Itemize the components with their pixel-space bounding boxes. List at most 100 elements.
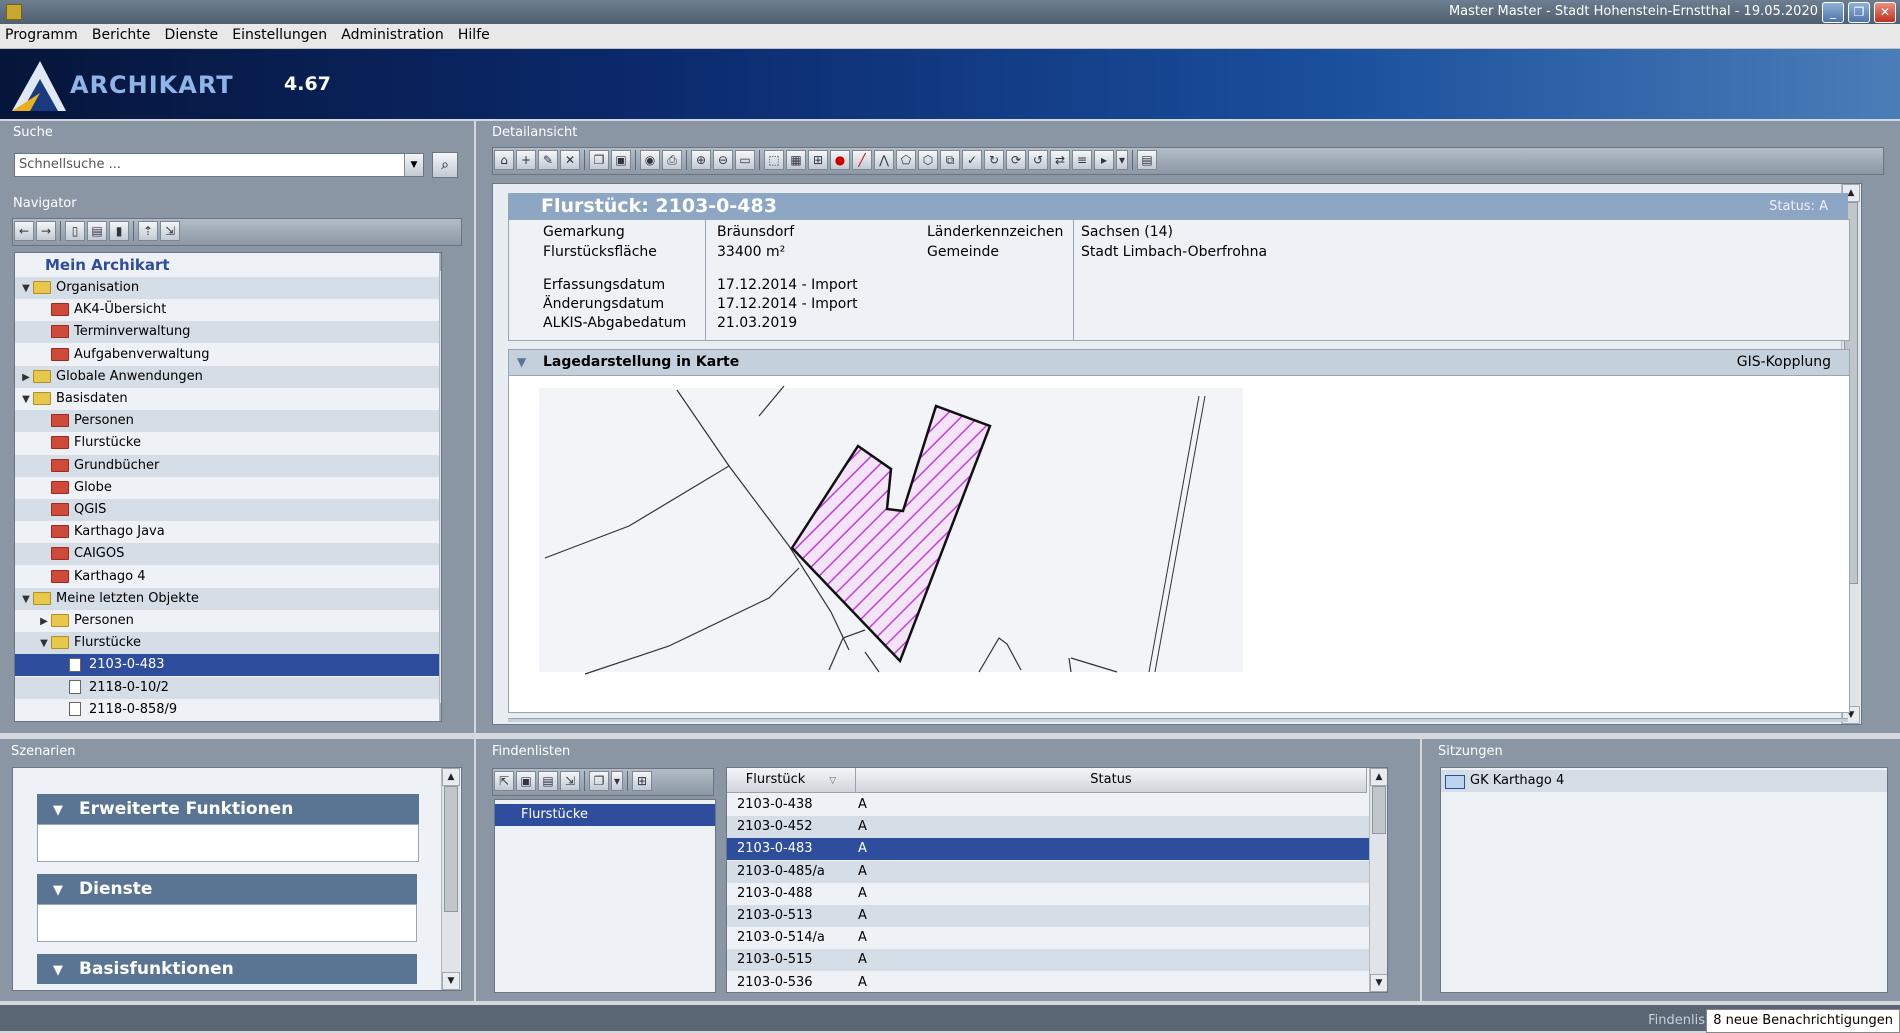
szenarien-scrollbar[interactable]: ▲ ▼	[441, 768, 460, 990]
gis-kopplung-link[interactable]: GIS-Kopplung	[1737, 354, 1831, 370]
select-icon[interactable]: ⬚	[764, 150, 784, 170]
point-icon[interactable]: ●	[830, 150, 850, 170]
save-list-icon[interactable]: ▤	[538, 771, 558, 791]
folder-up-icon[interactable]: ⇡	[138, 221, 158, 241]
tree-item[interactable]: ▼ Meine letzten Objekte	[15, 587, 441, 611]
home-icon[interactable]: ⌂	[494, 150, 514, 170]
expanded-triangle-icon[interactable]: ▼	[21, 278, 31, 300]
tree-item[interactable]: ▼ Organisation	[15, 277, 441, 299]
tree-item[interactable]: AK4-Übersicht	[15, 299, 441, 321]
table-row[interactable]: 2103-0-536 A	[727, 972, 1387, 992]
search-icon[interactable]: ⌕	[432, 152, 458, 178]
polygon-add-icon[interactable]: ⬡	[918, 150, 938, 170]
table-row[interactable]: 2103-0-483 A	[727, 838, 1387, 861]
more-icon[interactable]: ▸	[1094, 150, 1114, 170]
copy-list-icon[interactable]: ❐	[589, 771, 609, 791]
edit-icon[interactable]: ✎	[538, 150, 558, 170]
export-list-icon[interactable]: ⇲	[560, 771, 580, 791]
tree-item[interactable]: Karthago 4	[15, 566, 441, 588]
sitzung-item[interactable]: GK Karthago 4	[1441, 770, 1887, 792]
paste-icon[interactable]: ▣	[611, 150, 631, 170]
table-row[interactable]: 2103-0-513 A	[727, 905, 1387, 927]
stamp-icon[interactable]: ▭	[735, 150, 755, 170]
refresh-icon[interactable]: ↻	[984, 150, 1004, 170]
more-dropdown-icon[interactable]: ▾	[1116, 150, 1128, 170]
tree-item[interactable]: Grundbücher	[15, 454, 441, 477]
pdf-icon[interactable]: ◉	[640, 150, 660, 170]
column-header-status[interactable]: Status	[856, 768, 1367, 793]
copy-icon[interactable]: ❐	[589, 150, 609, 170]
collapse-triangle-icon[interactable]: ▼	[517, 355, 526, 369]
tree-item[interactable]: QGIS	[15, 499, 441, 521]
table-row[interactable]: 2103-0-488 A	[727, 883, 1387, 905]
back-icon[interactable]: ←	[14, 221, 34, 241]
schnellsuche-input[interactable]: Schnellsuche ... ▼	[14, 153, 424, 177]
print-icon[interactable]: ⎙	[662, 150, 682, 170]
menu-programm[interactable]: Programm	[0, 24, 83, 46]
tree-scrollbar[interactable]: ▲ ▼	[439, 253, 441, 721]
parcel-map[interactable]	[509, 376, 1849, 712]
overlay-icon[interactable]: ⧉	[940, 150, 960, 170]
expanded-triangle-icon[interactable]: ▼	[21, 589, 31, 611]
tree-item[interactable]: Terminverwaltung	[15, 321, 441, 344]
grid-icon[interactable]: ▦	[786, 150, 806, 170]
add-icon[interactable]: +	[516, 150, 536, 170]
details-icon[interactable]: ▤	[87, 221, 107, 241]
forward-icon[interactable]: →	[36, 221, 56, 241]
expanded-triangle-icon[interactable]: ▼	[39, 633, 49, 655]
tree-item[interactable]: Personen	[15, 410, 441, 433]
tree-item[interactable]: ▼ Flurstücke	[15, 632, 441, 655]
collapsed-triangle-icon[interactable]: ▶	[39, 611, 49, 633]
section-erweiterte-funktionen[interactable]: ▼ Erweiterte Funktionen	[37, 794, 419, 824]
delete-icon[interactable]: ▮	[109, 221, 129, 241]
redo-icon[interactable]: ↺	[1028, 150, 1048, 170]
tree-item[interactable]: 2118-0-858/9	[15, 699, 441, 721]
line-icon[interactable]: ╱	[852, 150, 872, 170]
section-basisfunktionen[interactable]: ▼ Basisfunktionen	[37, 954, 417, 984]
menu-berichte[interactable]: Berichte	[87, 24, 156, 46]
copy-dropdown-icon[interactable]: ▾	[611, 771, 623, 791]
column-header-flurstueck[interactable]: Flurstück ▽	[727, 768, 856, 793]
lock-list-icon[interactable]: ▣	[516, 771, 536, 791]
tree-item[interactable]: Aufgabenverwaltung	[15, 344, 441, 366]
zoom-out-icon[interactable]: ⊖	[713, 150, 733, 170]
menu-hilfe[interactable]: Hilfe	[453, 24, 495, 46]
tree-root[interactable]: Mein Archikart	[15, 253, 441, 277]
polyline-icon[interactable]: ⋀	[874, 150, 894, 170]
lage-header[interactable]: ▼ Lagedarstellung in Karte GIS-Kopplung	[508, 349, 1850, 377]
dropdown-arrow-icon[interactable]: ▼	[404, 154, 423, 176]
tree-item[interactable]: Globe	[15, 477, 441, 499]
check-icon[interactable]: ✓	[962, 150, 982, 170]
polygon-edit-icon[interactable]: ⬠	[896, 150, 916, 170]
table-row[interactable]: 2103-0-485/a A	[727, 860, 1387, 883]
tree-item[interactable]: ▼ Basisdaten	[15, 388, 441, 410]
layers-icon[interactable]: ≡	[1072, 150, 1092, 170]
tree-item[interactable]: 2118-0-10/2	[15, 676, 441, 699]
remove-icon[interactable]: ✕	[560, 150, 580, 170]
menu-dienste[interactable]: Dienste	[160, 24, 224, 46]
notification-badge[interactable]: 8 neue Benachrichtigungen	[1706, 1009, 1900, 1033]
zoom-in-icon[interactable]: ⊕	[691, 150, 711, 170]
map-list-icon[interactable]: ⊞	[632, 771, 652, 791]
list-item-flurstuecke[interactable]: Flurstücke	[495, 804, 715, 826]
table-row[interactable]: 2103-0-515 A	[727, 949, 1387, 972]
map-add-icon[interactable]: ⊞	[808, 150, 828, 170]
tree-item[interactable]: 2103-0-483	[15, 654, 441, 677]
maximize-button[interactable]: ❐	[1848, 2, 1870, 23]
table-row[interactable]: 2103-0-514/a A	[727, 927, 1387, 949]
close-button[interactable]: ✕	[1874, 2, 1896, 23]
refresh-all-icon[interactable]: ⟳	[1006, 150, 1026, 170]
minimize-button[interactable]: _	[1822, 2, 1844, 23]
export-icon[interactable]: ⇲	[160, 221, 180, 241]
tree-item[interactable]: ▶ Globale Anwendungen	[15, 365, 441, 389]
table-scrollbar[interactable]: ▲ ▼	[1369, 768, 1387, 992]
tree-item[interactable]: Flurstücke	[15, 432, 441, 454]
table-view-icon[interactable]: ▤	[1137, 150, 1157, 170]
tree-item[interactable]: CAIGOS	[15, 543, 441, 566]
table-row[interactable]: 2103-0-452 A	[727, 816, 1387, 839]
sync-icon[interactable]: ⇄	[1050, 150, 1070, 170]
open-list-icon[interactable]: ⇱	[494, 771, 514, 791]
collapsed-triangle-icon[interactable]: ▶	[21, 367, 31, 389]
menu-administration[interactable]: Administration	[336, 24, 448, 46]
map-view[interactable]	[508, 375, 1850, 713]
